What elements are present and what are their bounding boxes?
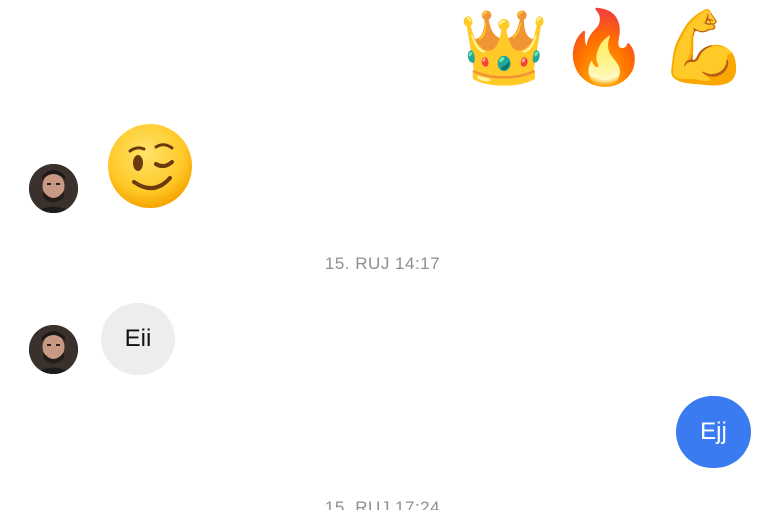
message-timestamp: 15. RUJ 17:24: [324, 498, 441, 510]
crown-icon: 👑: [459, 5, 549, 89]
incoming-message-bubble[interactable]: Eii: [101, 303, 175, 375]
fire-icon: 🔥: [559, 5, 649, 89]
contact-avatar[interactable]: [29, 325, 78, 374]
incoming-emoji-message[interactable]: [106, 122, 194, 210]
chat-thread: 👑 🔥 💪 15. RUJ 14:17 Eii Ejj 15. RUJ 17:2…: [0, 0, 765, 510]
outgoing-message-bubble[interactable]: Ejj: [676, 396, 751, 468]
outgoing-emoji-message[interactable]: 👑 🔥 💪: [459, 5, 749, 89]
contact-avatar[interactable]: [29, 164, 78, 213]
message-timestamp: 15. RUJ 14:17: [324, 254, 441, 273]
winking-face-icon: [108, 124, 192, 208]
flexed-biceps-icon: 💪: [659, 5, 749, 89]
